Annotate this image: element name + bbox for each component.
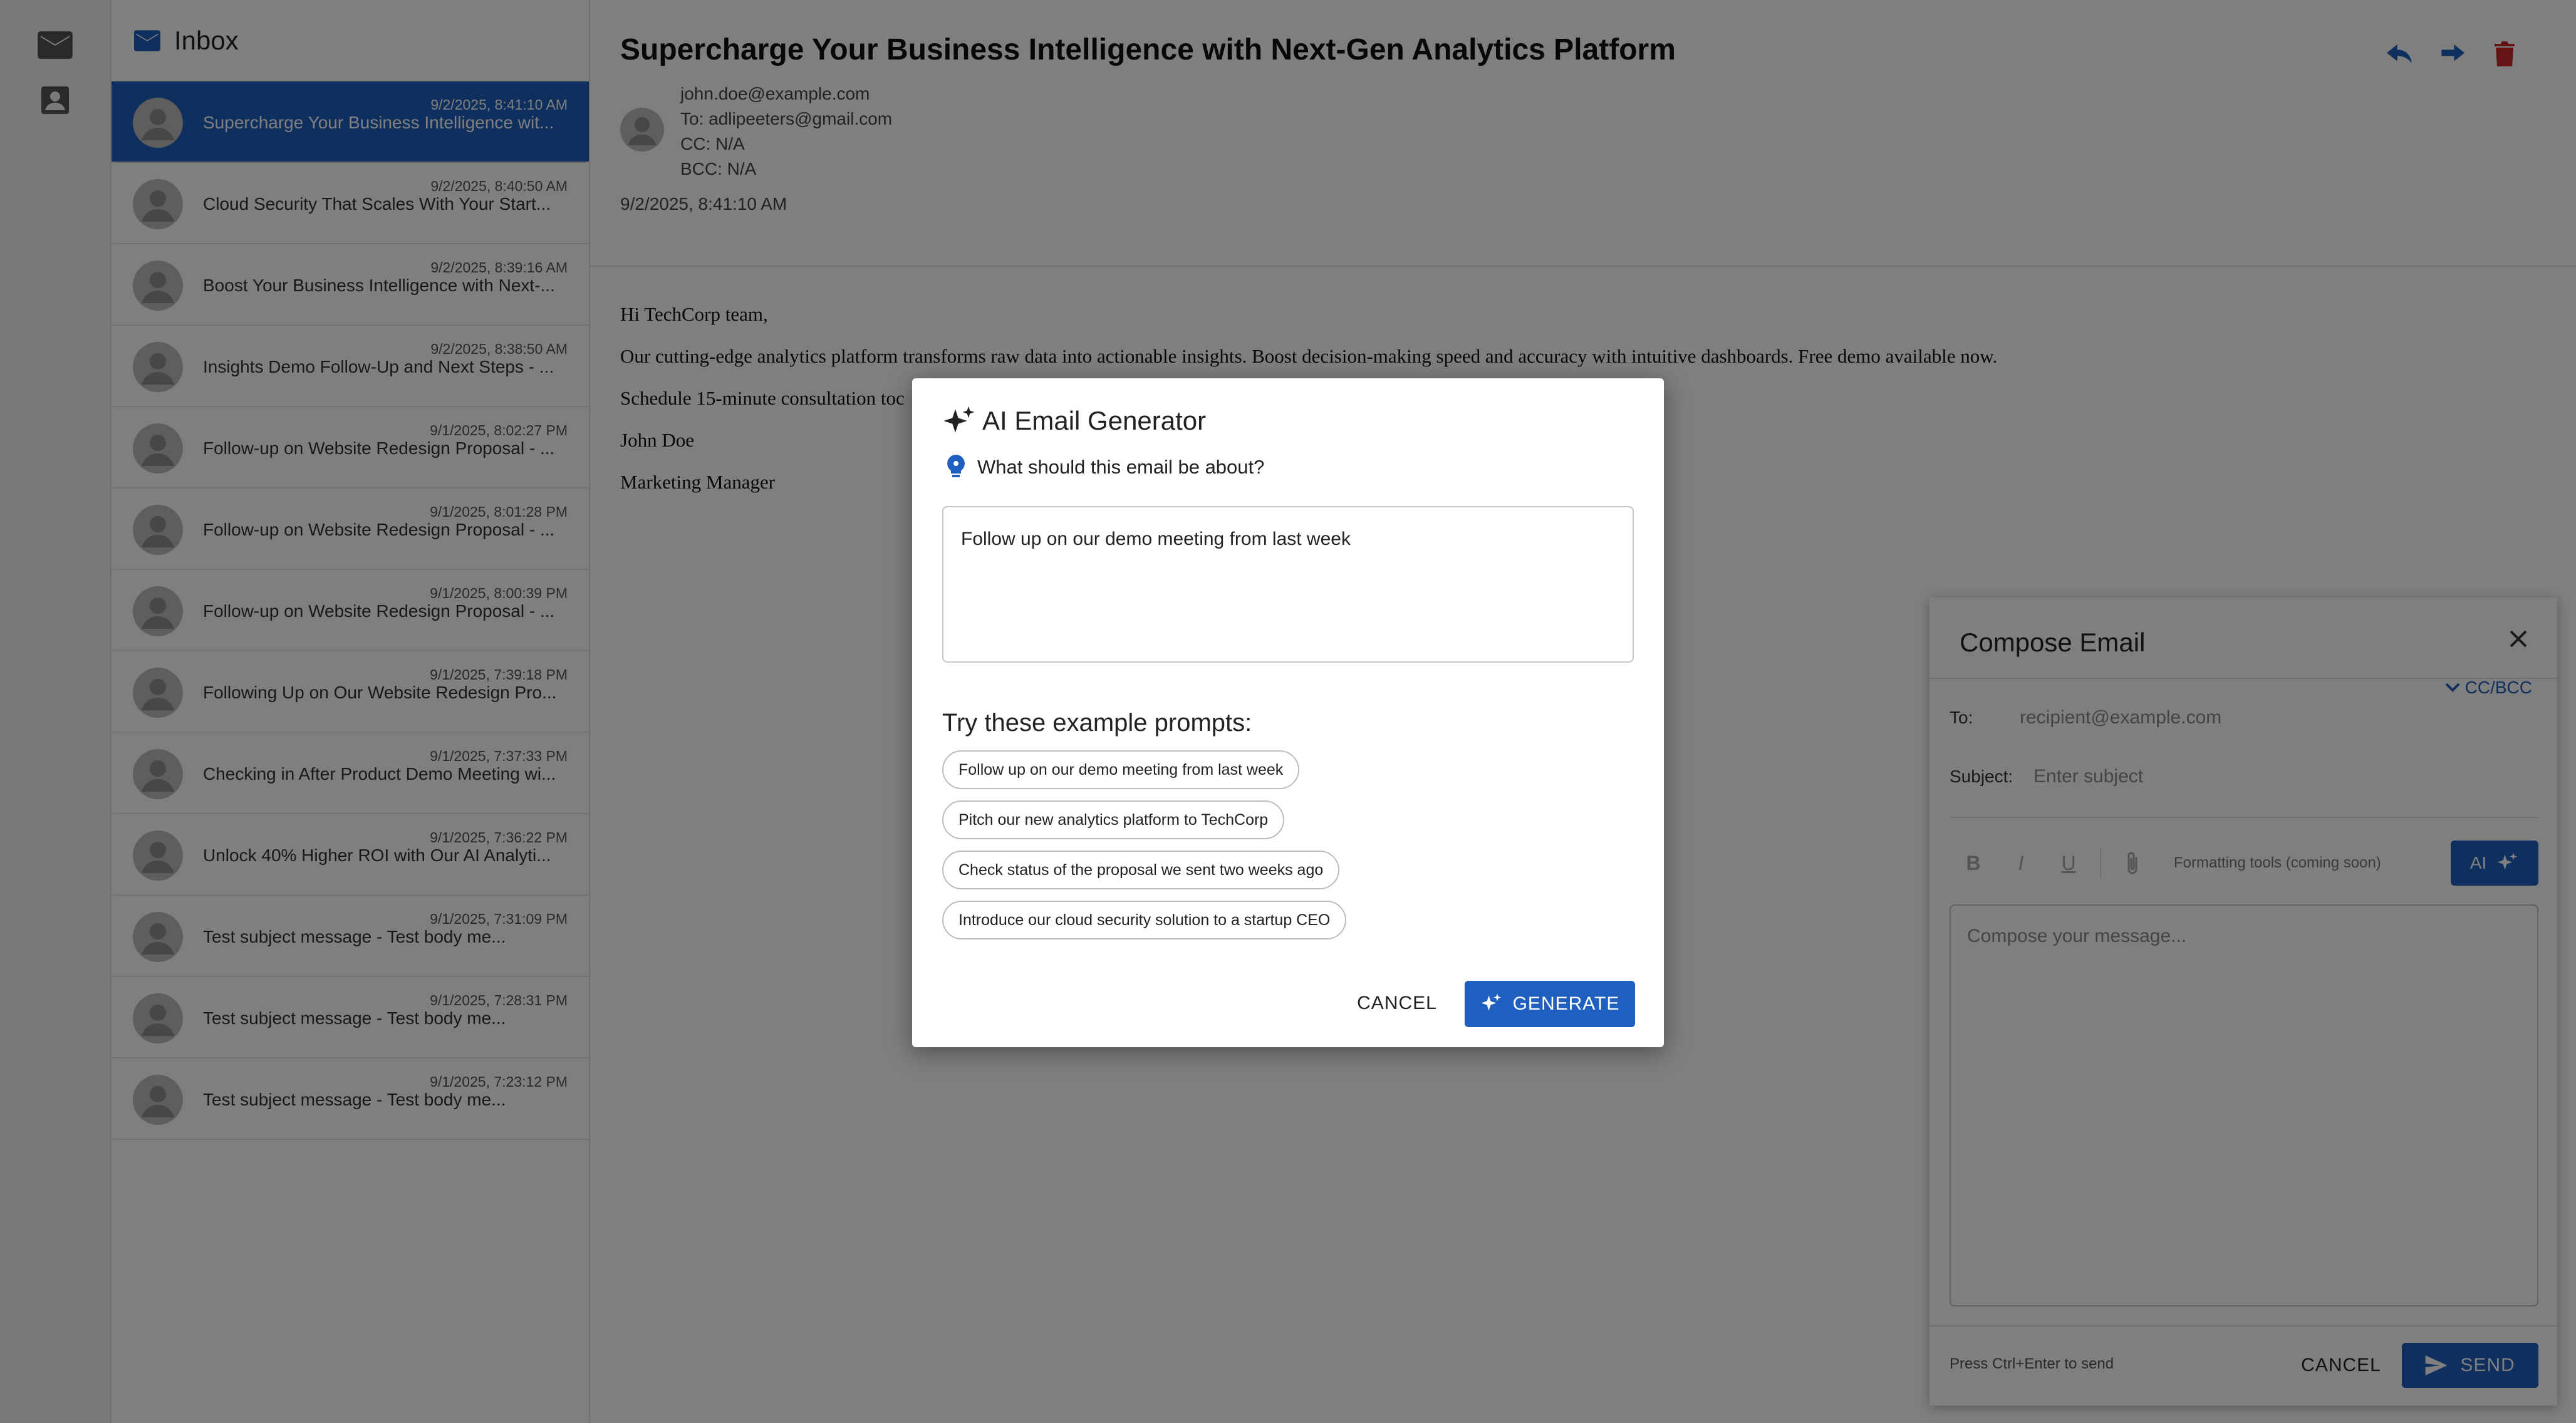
ai-email-generator-dialog: AI Email Generator What should this emai… xyxy=(912,378,1664,1047)
example-prompt-chip[interactable]: Pitch our new analytics platform to Tech… xyxy=(942,800,1285,839)
example-prompt-chip[interactable]: Introduce our cloud security solution to… xyxy=(942,901,1347,939)
generate-label: GENERATE xyxy=(1512,993,1620,1014)
generate-button[interactable]: GENERATE xyxy=(1465,981,1635,1027)
dialog-cancel-button[interactable]: CANCEL xyxy=(1349,981,1445,1026)
lightbulb-icon xyxy=(947,455,965,477)
sparkle-icon xyxy=(1481,993,1501,1011)
ai-prompt-input[interactable]: Follow up on our demo meeting from last … xyxy=(942,506,1634,663)
example-prompt-chip[interactable]: Check status of the proposal we sent two… xyxy=(942,851,1340,889)
examples-heading: Try these example prompts: xyxy=(942,709,1252,737)
dialog-title: AI Email Generator xyxy=(982,406,1207,435)
example-prompt-chip[interactable]: Follow up on our demo meeting from last … xyxy=(942,750,1300,789)
prompt-question: What should this email be about? xyxy=(977,456,1265,478)
sparkle-icon xyxy=(943,406,975,433)
